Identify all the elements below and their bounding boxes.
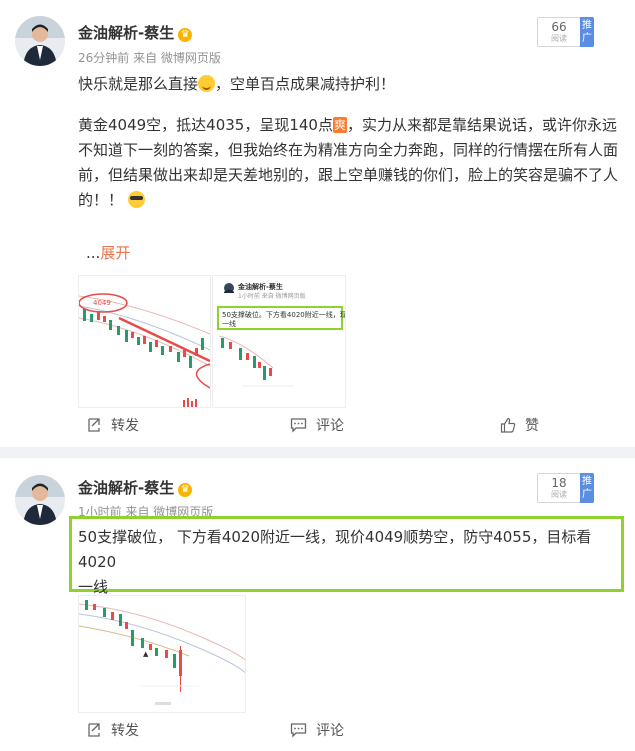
avatar[interactable] — [15, 16, 65, 66]
read-label: 阅读 — [551, 34, 567, 43]
svg-text:▲: ▲ — [143, 650, 149, 658]
avatar[interactable] — [15, 475, 65, 525]
post-text: 50支撑破位， 下方看4020附近一线，现价4049顺势空，防守4055，目标看… — [78, 528, 592, 596]
hot-badge-icon: 爽 — [332, 117, 347, 133]
chart-image-thumbnail[interactable]: ▲ — [78, 595, 246, 713]
expand-link[interactable]: ...展开 — [86, 242, 130, 263]
read-count-box: 66 阅读 — [537, 17, 581, 47]
promote-button[interactable]: 推广 — [580, 17, 594, 47]
sunglasses-emoji-icon — [127, 191, 145, 208]
post-action-bar: 转发 评论 赞 — [0, 406, 635, 446]
read-count: 66 — [551, 20, 567, 34]
read-count: 18 — [551, 476, 567, 490]
thumbs-up-icon — [500, 417, 516, 433]
screenshot-image-thumbnail[interactable]: 金油解析-蔡生 1小时前 来自 微博网页版 50支撑破位。下方看4020附近一线… — [212, 275, 346, 408]
repost-button[interactable]: 转发 — [86, 406, 139, 446]
comment-icon — [290, 418, 307, 433]
promote-button[interactable]: 推广 — [580, 473, 594, 503]
username[interactable]: 金油解析-蔡生 ♛ — [78, 477, 193, 498]
comment-icon — [290, 723, 307, 738]
smile-emoji-icon — [198, 75, 216, 92]
weibo-post-card: 金油解析-蔡生 ♛ 26分钟前 来自 微博网页版 66 阅读 推广 快乐就是那么直… — [0, 0, 635, 447]
post-text: 快乐就是那么直接 ，空单百点成果减持护利！ 黄金4049空，抵达4035，呈现14… — [78, 75, 619, 209]
post-meta: 26分钟前 来自 微博网页版 — [78, 49, 221, 66]
vip-badge-icon: ♛ — [178, 28, 193, 42]
svg-text:4049: 4049 — [93, 299, 111, 307]
expand-label[interactable]: 展开 — [100, 244, 130, 262]
repost-button[interactable]: 转发 — [86, 711, 139, 751]
post-source: 来自 微博网页版 — [133, 51, 221, 65]
weibo-post-card: 金油解析-蔡生 ♛ 1小时前 来自 微博网页版 18 阅读 推广 50支撑破位， … — [0, 458, 635, 751]
comment-button[interactable]: 评论 — [290, 406, 344, 446]
post-action-bar: 转发 评论 — [0, 711, 635, 751]
chart-image-thumbnail[interactable]: 4049 — [78, 275, 211, 408]
repost-icon — [88, 723, 100, 737]
read-count-widget[interactable]: 18 阅读 推广 — [537, 473, 594, 503]
like-button[interactable]: 赞 — [500, 406, 539, 446]
post-time[interactable]: 26分钟前 — [78, 51, 129, 65]
vip-badge-icon: ♛ — [178, 483, 193, 497]
read-label: 阅读 — [551, 490, 567, 499]
comment-button[interactable]: 评论 — [290, 711, 344, 751]
username[interactable]: 金油解析-蔡生 ♛ — [78, 22, 193, 43]
read-count-widget[interactable]: 66 阅读 推广 — [537, 17, 594, 47]
read-count-box: 18 阅读 — [537, 473, 581, 503]
repost-icon — [88, 418, 100, 432]
